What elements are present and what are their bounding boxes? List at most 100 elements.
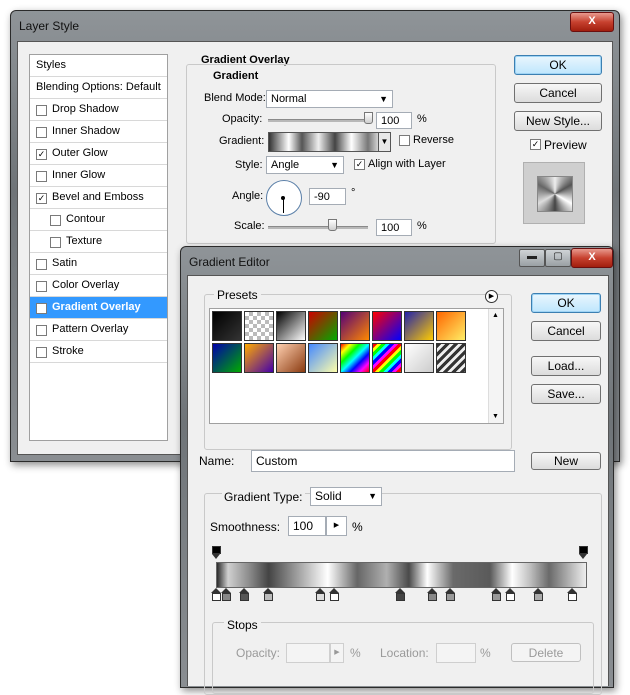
delete-stop-button[interactable]: Delete xyxy=(511,643,581,662)
opacity-slider-thumb[interactable] xyxy=(364,112,373,124)
angle-dial[interactable] xyxy=(266,180,302,216)
angle-input[interactable]: -90 xyxy=(309,188,346,205)
preset-swatch[interactable] xyxy=(244,311,274,341)
style-item-checkbox[interactable]: ✓ xyxy=(36,193,47,204)
gradient-editor-titlebar[interactable]: Gradient Editor ▬ ▢ X xyxy=(181,247,613,275)
color-stop[interactable] xyxy=(221,588,231,601)
scale-slider[interactable] xyxy=(268,226,368,229)
style-item-checkbox[interactable] xyxy=(36,325,47,336)
style-item[interactable]: Contour xyxy=(30,209,167,231)
style-item[interactable]: Pattern Overlay xyxy=(30,319,167,341)
layer-style-close-button[interactable]: X xyxy=(570,12,614,32)
style-item[interactable]: Drop Shadow xyxy=(30,99,167,121)
presets-menu-button[interactable]: ▶ xyxy=(485,290,498,303)
style-select[interactable]: Angle ▼ xyxy=(266,156,344,174)
scroll-up-icon[interactable]: ▲ xyxy=(492,312,499,319)
scroll-down-icon[interactable]: ▼ xyxy=(492,413,499,420)
color-stop[interactable] xyxy=(445,588,455,601)
style-item-checkbox[interactable] xyxy=(36,347,47,358)
scale-slider-thumb[interactable] xyxy=(328,219,337,231)
style-item-checkbox[interactable] xyxy=(50,215,61,226)
preset-swatch[interactable] xyxy=(404,343,434,373)
style-item-checkbox[interactable] xyxy=(36,171,47,182)
editor-cancel-button[interactable]: Cancel xyxy=(531,321,601,341)
preview-checkbox[interactable]: ✓ xyxy=(530,139,541,150)
preset-swatch[interactable] xyxy=(308,311,338,341)
preset-swatch[interactable] xyxy=(436,343,466,373)
style-item-checkbox[interactable] xyxy=(36,281,47,292)
save-button[interactable]: Save... xyxy=(531,384,601,404)
color-stop[interactable] xyxy=(427,588,437,601)
color-stop[interactable] xyxy=(491,588,501,601)
color-stop[interactable] xyxy=(567,588,577,601)
preset-swatch[interactable] xyxy=(212,311,242,341)
style-item[interactable]: Stroke xyxy=(30,341,167,363)
new-style-button[interactable]: New Style... xyxy=(514,111,602,131)
style-item[interactable]: Texture xyxy=(30,231,167,253)
preset-swatch[interactable] xyxy=(276,343,306,373)
preset-swatch[interactable] xyxy=(308,343,338,373)
preset-swatch[interactable] xyxy=(244,343,274,373)
style-item-checkbox[interactable]: ✓ xyxy=(36,303,47,314)
ok-button[interactable]: OK xyxy=(514,55,602,75)
opacity-input[interactable]: 100 xyxy=(376,112,412,129)
color-stop[interactable] xyxy=(395,588,405,601)
presets-scrollbar[interactable]: ▲ ▼ xyxy=(488,309,503,423)
style-item[interactable]: ✓ Gradient Overlay xyxy=(30,297,167,319)
style-item-checkbox[interactable] xyxy=(36,127,47,138)
scale-input[interactable]: 100 xyxy=(376,219,412,236)
style-item[interactable]: Color Overlay xyxy=(30,275,167,297)
color-stop[interactable] xyxy=(211,588,221,601)
new-gradient-button[interactable]: New xyxy=(531,452,601,470)
stop-location-input[interactable] xyxy=(436,643,476,663)
reverse-checkbox[interactable] xyxy=(399,135,410,146)
maximize-button[interactable]: ▢ xyxy=(545,249,571,267)
smoothness-stepper[interactable]: ▶ xyxy=(326,516,347,536)
preset-swatch[interactable] xyxy=(340,311,370,341)
style-item[interactable]: Inner Shadow xyxy=(30,121,167,143)
gradient-editor-close-button[interactable]: X xyxy=(571,248,613,268)
gradient-preview-swatch[interactable] xyxy=(268,132,380,152)
style-item-checkbox[interactable]: ✓ xyxy=(36,149,47,160)
load-button[interactable]: Load... xyxy=(531,356,601,376)
layer-style-titlebar[interactable]: Layer Style X xyxy=(11,11,619,39)
gradient-bar[interactable] xyxy=(216,562,587,588)
gradient-type-select[interactable]: Solid ▼ xyxy=(310,487,382,506)
cancel-button[interactable]: Cancel xyxy=(514,83,602,103)
preset-swatch[interactable] xyxy=(340,343,370,373)
color-stop[interactable] xyxy=(239,588,249,601)
editor-ok-button[interactable]: OK xyxy=(531,293,601,313)
style-item[interactable]: Styles xyxy=(30,55,167,77)
smoothness-input[interactable]: 100 xyxy=(288,516,326,536)
color-stop[interactable] xyxy=(329,588,339,601)
name-input[interactable]: Custom xyxy=(251,450,515,472)
stop-opacity-input[interactable] xyxy=(286,643,330,663)
minimize-button[interactable]: ▬ xyxy=(519,249,545,267)
stop-opacity-stepper[interactable]: ▶ xyxy=(330,643,344,663)
color-stop[interactable] xyxy=(263,588,273,601)
opacity-stop-left[interactable] xyxy=(212,546,221,559)
align-with-layer-checkbox[interactable]: ✓ xyxy=(354,159,365,170)
color-stop[interactable] xyxy=(505,588,515,601)
blend-mode-select[interactable]: Normal ▼ xyxy=(266,90,393,108)
preset-swatch[interactable] xyxy=(436,311,466,341)
style-item-checkbox[interactable] xyxy=(36,259,47,270)
gradient-dropdown-button[interactable]: ▼ xyxy=(378,132,391,152)
preset-swatch[interactable] xyxy=(212,343,242,373)
opacity-slider[interactable] xyxy=(268,119,368,122)
preset-swatch[interactable] xyxy=(372,343,402,373)
opacity-stop-right[interactable] xyxy=(579,546,588,559)
style-item[interactable]: ✓ Outer Glow xyxy=(30,143,167,165)
preset-swatch[interactable] xyxy=(276,311,306,341)
preset-swatch[interactable] xyxy=(372,311,402,341)
style-item[interactable]: Satin xyxy=(30,253,167,275)
color-stop[interactable] xyxy=(315,588,325,601)
color-stop[interactable] xyxy=(533,588,543,601)
preset-swatch[interactable] xyxy=(404,311,434,341)
style-item-checkbox[interactable] xyxy=(50,237,61,248)
align-with-layer-label: Align with Layer xyxy=(368,158,446,170)
style-item[interactable]: Blending Options: Default xyxy=(30,77,167,99)
style-item[interactable]: ✓ Bevel and Emboss xyxy=(30,187,167,209)
style-item[interactable]: Inner Glow xyxy=(30,165,167,187)
style-item-checkbox[interactable] xyxy=(36,105,47,116)
